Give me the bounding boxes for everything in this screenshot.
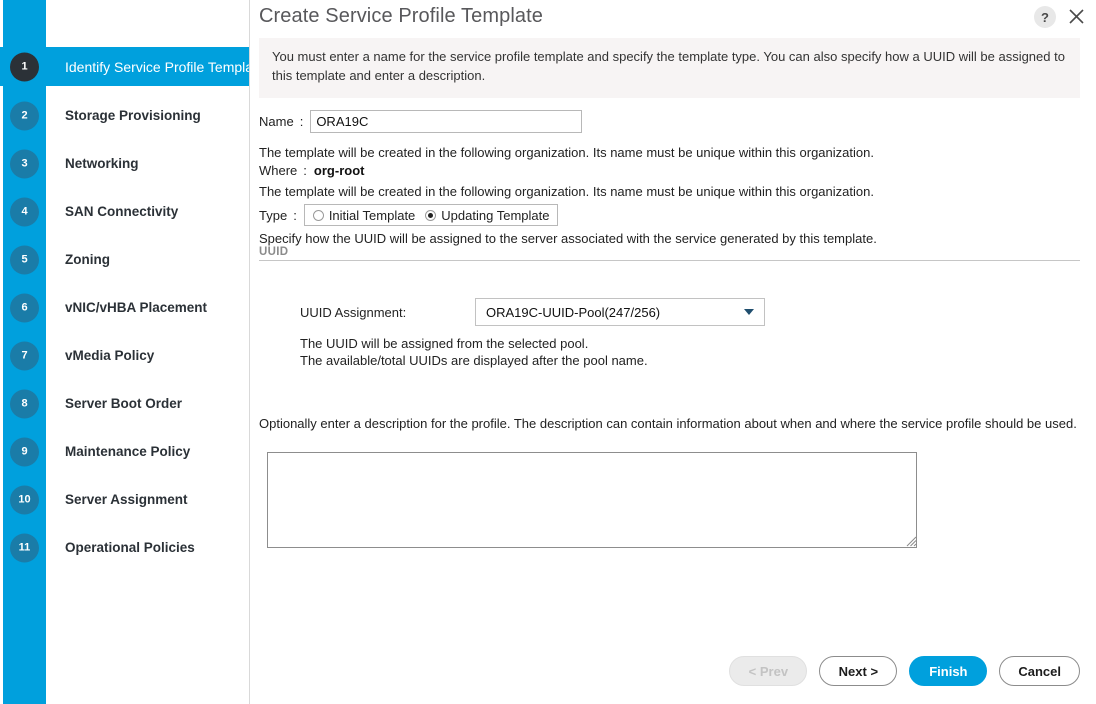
step-number-badge: 8: [10, 389, 39, 418]
radio-dot-icon: [425, 210, 436, 221]
radio-dot-icon: [313, 210, 324, 221]
step-number-badge: 6: [10, 293, 39, 322]
step-number-badge: 3: [10, 149, 39, 178]
info-banner-text: You must enter a name for the service pr…: [272, 48, 1067, 86]
sidebar-item-networking[interactable]: 3 Networking: [0, 144, 250, 183]
template-type-radio-group: Initial Template Updating Template: [304, 204, 559, 226]
name-colon: :: [300, 114, 304, 129]
help-icon[interactable]: ?: [1034, 6, 1056, 28]
sidebar-item-vmedia-policy[interactable]: 7 vMedia Policy: [0, 336, 250, 375]
info-banner: You must enter a name for the service pr…: [259, 38, 1080, 98]
sidebar-item-san-connectivity[interactable]: 4 SAN Connectivity: [0, 192, 250, 231]
sidebar-item-label: vNIC/vHBA Placement: [65, 300, 207, 315]
chevron-down-icon: [744, 309, 754, 315]
where-label: Where: [259, 163, 297, 178]
name-label: Name: [259, 114, 294, 129]
step-number-badge: 7: [10, 341, 39, 370]
name-input[interactable]: [310, 110, 582, 133]
radio-option-updating-template[interactable]: Updating Template: [425, 208, 549, 223]
cancel-button[interactable]: Cancel: [999, 656, 1080, 686]
uuid-section-header: UUID: [259, 246, 1080, 261]
sidebar-item-vnic-vhba-placement[interactable]: 6 vNIC/vHBA Placement: [0, 288, 250, 327]
uuid-assignment-label: UUID Assignment:: [300, 305, 475, 320]
sidebar-item-storage-provisioning[interactable]: 2 Storage Provisioning: [0, 96, 250, 135]
where-colon: :: [303, 163, 307, 178]
description-help-text: Optionally enter a description for the p…: [259, 416, 1077, 431]
uuid-note-line-2: The available/total UUIDs are displayed …: [300, 352, 648, 370]
uuid-help-text: Specify how the UUID will be assigned to…: [259, 231, 877, 246]
radio-option-label: Initial Template: [329, 208, 415, 223]
type-colon: :: [293, 208, 297, 223]
radio-option-label: Updating Template: [441, 208, 549, 223]
finish-button[interactable]: Finish: [909, 656, 987, 686]
close-icon[interactable]: [1064, 4, 1088, 28]
sidebar-item-maintenance-policy[interactable]: 9 Maintenance Policy: [0, 432, 250, 471]
sidebar-item-label: Maintenance Policy: [65, 444, 190, 459]
where-row: Where : org-root: [259, 163, 364, 178]
dialog-panel: Create Service Profile Template ? You mu…: [250, 0, 1096, 704]
sidebar-item-identify-service-profile-template[interactable]: 1Identify Service Profile Template: [0, 47, 250, 86]
uuid-note-line-1: The UUID will be assigned from the selec…: [300, 335, 588, 353]
step-number-badge: 11: [10, 533, 39, 562]
sidebar-item-label: Operational Policies: [65, 540, 195, 555]
type-row: Type : Initial Template Updating Template: [259, 204, 558, 226]
uuid-section-rule: [259, 260, 1080, 261]
sidebar-item-label: Identify Service Profile Template: [65, 59, 265, 75]
sidebar-item-zoning[interactable]: 5 Zoning: [0, 240, 250, 279]
step-number-badge: 1: [10, 52, 39, 81]
where-value: org-root: [314, 163, 365, 178]
sidebar-item-server-boot-order[interactable]: 8 Server Boot Order: [0, 384, 250, 423]
org-help-text-2: The template will be created in the foll…: [259, 184, 874, 199]
radio-option-initial-template[interactable]: Initial Template: [313, 208, 415, 223]
name-row: Name :: [259, 110, 582, 133]
wizard-sidebar: 1Identify Service Profile Template 2 Stora…: [0, 0, 250, 704]
description-textarea[interactable]: [267, 452, 917, 548]
sidebar-item-label: Zoning: [65, 252, 110, 267]
sidebar-item-label: Server Assignment: [65, 492, 188, 507]
step-number-badge: 10: [10, 485, 39, 514]
sidebar-item-label: Storage Provisioning: [65, 108, 201, 123]
sidebar-item-operational-policies[interactable]: 11 Operational Policies: [0, 528, 250, 567]
step-number-badge: 2: [10, 101, 39, 130]
step-number-badge: 5: [10, 245, 39, 274]
sidebar-item-label: Networking: [65, 156, 139, 171]
step-number-badge: 4: [10, 197, 39, 226]
dialog-footer: < Prev Next > Finish Cancel: [250, 656, 1096, 686]
step-number-badge: 9: [10, 437, 39, 466]
uuid-assignment-value: ORA19C-UUID-Pool(247/256): [486, 305, 660, 320]
uuid-section-label: UUID: [259, 246, 1080, 258]
org-help-text-1: The template will be created in the foll…: [259, 145, 874, 160]
sidebar-item-label: SAN Connectivity: [65, 204, 178, 219]
prev-button[interactable]: < Prev: [729, 656, 807, 686]
uuid-assignment-select[interactable]: ORA19C-UUID-Pool(247/256): [475, 298, 765, 326]
sidebar-item-server-assignment[interactable]: 10 Server Assignment: [0, 480, 250, 519]
type-label: Type: [259, 208, 287, 223]
sidebar-item-label: Server Boot Order: [65, 396, 182, 411]
uuid-assignment-row: UUID Assignment: ORA19C-UUID-Pool(247/25…: [300, 298, 765, 326]
sidebar-item-label: vMedia Policy: [65, 348, 154, 363]
dialog-titlebar: Create Service Profile Template ?: [250, 0, 1096, 36]
create-service-profile-template-dialog: 1Identify Service Profile Template2Stora…: [0, 0, 1096, 704]
next-button[interactable]: Next >: [819, 656, 897, 686]
page-title: Create Service Profile Template: [259, 5, 543, 28]
